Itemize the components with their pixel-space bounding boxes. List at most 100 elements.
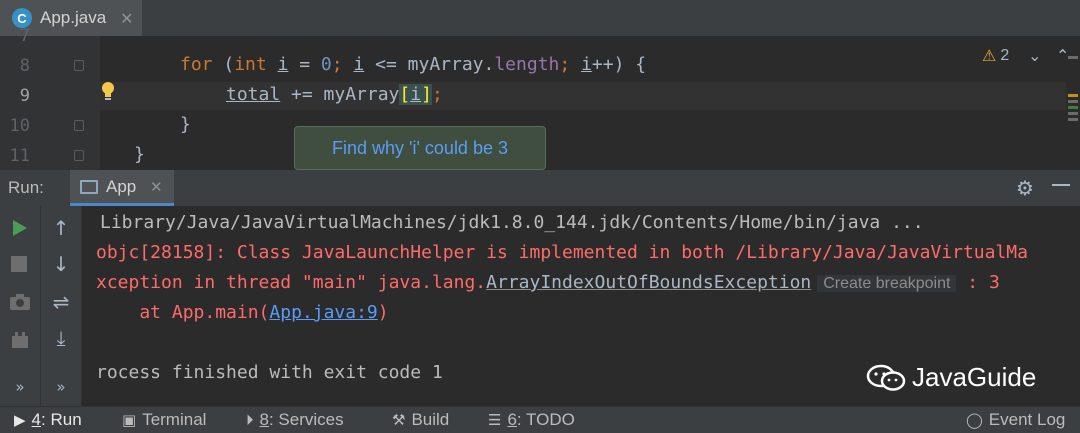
soft-wrap-icon[interactable]: ⇌ (41, 290, 81, 314)
scroll-mark (1068, 118, 1078, 121)
services-tool-number: 8 (259, 410, 269, 429)
list-icon: ☰ (488, 411, 502, 429)
terminal-tool-label: Terminal (142, 410, 207, 429)
code-token: total (226, 84, 281, 105)
code-line-10: } (180, 114, 191, 135)
code-token: i (410, 84, 422, 105)
console-icon (80, 180, 98, 194)
code-token: ; (331, 54, 354, 75)
code-editor[interactable]: 7 8 9 10 11 for (int i = 0; i <= myArray… (0, 26, 1080, 170)
warning-icon: ⚠ (982, 46, 997, 65)
camera-icon[interactable] (9, 292, 31, 312)
console-text: : 3 (956, 272, 1000, 293)
arrow-up-icon[interactable]: ↑ (41, 216, 81, 240)
console-line: rocess finished with exit code 1 (96, 362, 443, 383)
rerun-play-icon[interactable] (10, 218, 30, 238)
wechat-icon (866, 364, 906, 391)
code-token: ( (212, 54, 235, 75)
plugin-icon[interactable] (9, 330, 31, 352)
fold-marker-icon[interactable] (74, 150, 84, 161)
editor-tab-bar: C App.java ✕ (0, 0, 1080, 36)
minimize-icon[interactable] (1052, 184, 1070, 186)
run-label: Run: (8, 178, 44, 197)
stop-icon[interactable] (11, 256, 27, 272)
services-tool-button[interactable]: ⏵ 8: Services (246, 410, 344, 430)
watermark: JavaGuide (866, 362, 1036, 393)
run-toolbar-secondary: ↑ ↓ ⇌ ⤓ » (41, 206, 82, 406)
close-icon[interactable]: ✕ (120, 9, 133, 28)
line-number: 7 (19, 26, 30, 46)
terminal-icon: ▣ (122, 411, 137, 429)
fold-marker-icon[interactable] (74, 60, 84, 71)
terminal-tool-button[interactable]: ▣ Terminal (122, 410, 206, 430)
todo-tool-number: 6 (507, 410, 517, 429)
run-tool-window-header: Run: App ✕ ⚙ (0, 170, 1080, 207)
code-token: ] (421, 84, 432, 105)
code-token: ; (431, 84, 443, 105)
fold-marker-icon[interactable] (74, 120, 84, 131)
console-text: xception in thread "main" java.lang. (96, 272, 487, 293)
console-line: at App.main(App.java:9) (96, 302, 389, 323)
run-tool-label: : Run (41, 410, 82, 429)
run-toolbar-primary: » (0, 206, 41, 406)
code-token: 0 (320, 54, 332, 75)
code-token: += myArray (280, 84, 400, 105)
create-breakpoint-link[interactable]: Create breakpoint (817, 275, 957, 292)
code-token: <= myArray. (364, 54, 495, 75)
build-tool-label: Build (411, 410, 450, 429)
scroll-mark (1068, 56, 1078, 59)
java-class-icon: C (12, 8, 32, 28)
scroll-mark (1068, 100, 1078, 103)
scroll-mark (1068, 106, 1078, 109)
stack-trace-link[interactable]: App.java:9 (269, 302, 377, 323)
line-number: 9 (19, 86, 30, 106)
scroll-mark (1068, 94, 1078, 97)
gear-icon[interactable]: ⚙ (1016, 176, 1034, 200)
scroll-to-end-icon[interactable]: ⤓ (41, 326, 81, 350)
exception-link[interactable]: ArrayIndexOutOfBoundsException (486, 272, 811, 293)
run-tool-button[interactable]: ▶ 4: Run (14, 410, 82, 430)
warning-count: 2 (1000, 46, 1010, 64)
scroll-mark (1068, 112, 1078, 115)
code-token: length (494, 54, 560, 75)
gutter: 7 8 9 10 11 (0, 26, 100, 170)
code-token: ++) { (591, 54, 647, 75)
code-line-9: total += myArray[i]; (226, 84, 443, 105)
console-line: objc[28158]: Class JavaLaunchHelper is i… (96, 242, 1028, 263)
arrow-down-icon[interactable]: ↓ (41, 252, 81, 276)
hammer-icon: ⚒ (392, 411, 406, 429)
event-log-button[interactable]: ◯ Event Log (966, 410, 1065, 430)
editor-tab-label: App.java (40, 8, 107, 27)
run-tab-label: App (106, 177, 137, 196)
code-token: [ (399, 84, 411, 105)
play-icon: ▶ (14, 411, 26, 429)
more-icon[interactable]: » (41, 378, 81, 396)
code-token: int (234, 54, 267, 75)
run-tab-app[interactable]: App ✕ (70, 170, 174, 206)
console-text: at App.main( (96, 302, 270, 323)
code-line-11: } (134, 144, 145, 165)
line-number: 11 (9, 146, 30, 166)
todo-tool-label: : TODO (516, 410, 575, 429)
editor-scrollbar[interactable] (1066, 36, 1080, 170)
more-icon[interactable]: » (0, 378, 40, 396)
lightbulb-icon[interactable] (100, 81, 116, 103)
code-token: i (277, 54, 289, 75)
build-tool-button[interactable]: ⚒ Build (392, 410, 449, 430)
event-log-icon: ◯ (966, 411, 983, 429)
line-number: 8 (19, 56, 30, 76)
close-icon[interactable]: ✕ (150, 178, 163, 196)
event-log-label: Event Log (988, 410, 1066, 429)
dataflow-hint-tooltip[interactable]: Find why 'i' could be 3 (294, 126, 546, 170)
code-line-8: for (int i = 0; i <= myArray.length; i++… (180, 54, 646, 75)
code-token: = (288, 54, 321, 75)
watermark-text: JavaGuide (912, 362, 1037, 392)
code-token: i (581, 54, 592, 75)
services-tool-label: : Services (268, 410, 344, 429)
run-tool-number: 4 (31, 410, 42, 429)
console-text: ) (377, 302, 389, 323)
todo-tool-button[interactable]: ☰ 6: TODO (488, 410, 575, 430)
console-line: xception in thread "main" java.lang.Arra… (96, 272, 1000, 293)
warnings-indicator[interactable]: ⚠ 2 (982, 46, 1009, 65)
chevron-down-icon[interactable]: ⌄ (1028, 46, 1041, 65)
